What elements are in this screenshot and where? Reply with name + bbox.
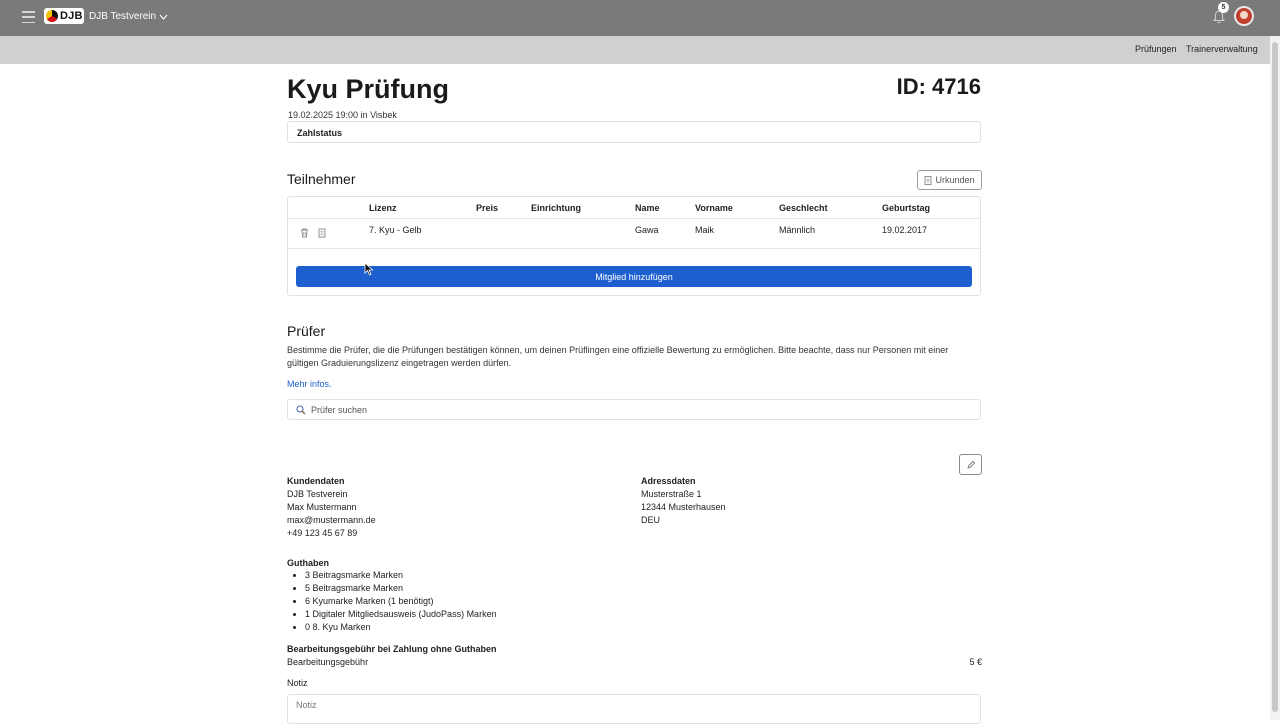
nav-pruefungen[interactable]: Prüfungen [1135,44,1177,54]
examiners-heading: Prüfer [287,323,326,339]
search-icon [296,404,306,414]
participants-heading: Teilnehmer [287,171,356,187]
avatar[interactable] [1234,6,1254,26]
cell-geschlecht: Männlich [779,225,816,235]
address-line: Musterstraße 1 [641,489,702,499]
fee-label: Bearbeitungsgebühr [287,657,369,667]
club-selector[interactable]: DJB Testverein [89,11,168,22]
djb-logo[interactable]: DJB [44,8,84,24]
examiners-description: Bestimme die Prüfer, die die Prüfungen b… [287,345,949,368]
fee-amount: 5 € [969,657,982,667]
document-icon [925,175,932,185]
column-header: Lizenz [369,203,397,213]
nav-trainerverwaltung[interactable]: Trainerverwaltung [1186,44,1258,54]
sub-navigation: Prüfungen Trainerverwaltung [0,36,1270,64]
exam-id: ID: 4716 [896,74,981,99]
payment-status-panel[interactable]: Zahlstatus [287,121,981,143]
address-heading: Adressdaten [641,476,696,486]
cell-vorname: Maik [695,225,715,235]
list-item: 5 Beitragsmarke Marken [305,582,497,595]
customer-line: +49 123 45 67 89 [287,528,358,538]
top-bar: DJB DJB Testverein 5 [0,0,1280,36]
cell-name: Gawa [635,225,659,235]
customer-line: max@mustermann.de [287,515,376,525]
list-item: 6 Kyumarke Marken (1 benötigt) [305,595,497,608]
address-data: Adressdaten Musterstraße 1 12344 Musterh… [641,475,726,527]
list-item: 1 Digitaler Mitgliedsausweis (JudoPass) … [305,608,497,621]
add-member-button[interactable]: Mitglied hinzufügen [296,266,972,287]
certificates-button[interactable]: Urkunden [917,170,982,190]
credit-list: 3 Beitragsmarke Marken 5 Beitragsmarke M… [287,569,497,634]
list-item: 3 Beitragsmarke Marken [305,569,497,582]
examiner-search[interactable] [287,399,981,420]
edit-button[interactable] [959,454,982,475]
divider [288,218,980,219]
column-header: Name [635,203,660,213]
credit-heading-text: Guthaben [287,558,329,568]
examiner-search-input[interactable] [309,403,913,416]
menu-icon[interactable] [22,11,35,23]
trash-icon[interactable] [300,228,309,238]
fee-heading: Bearbeitungsgebühr bei Zahlung ohne Guth… [287,643,497,656]
mouse-cursor-icon [364,262,374,276]
cell-lizenz: 7. Kyu - Gelb [369,225,422,235]
pencil-icon [966,460,975,469]
divider [288,248,980,249]
logo-text: DJB [60,10,83,22]
customer-line: DJB Testverein [287,489,348,499]
customer-data: Kundendaten DJB Testverein Max Musterman… [287,475,376,540]
payment-status-label: Zahlstatus [297,128,343,138]
note-label: Notiz [287,678,308,688]
column-header: Geburtstag [882,203,931,213]
scrollbar[interactable] [1270,36,1280,720]
cell-geburtstag: 19.02.2017 [882,225,928,235]
club-name: DJB Testverein [89,11,157,22]
fee-heading-text: Bearbeitungsgebühr bei Zahlung ohne Guth… [287,644,497,654]
exam-date-location: 19.02.2025 19:00 in Visbek [288,110,397,120]
logo-mark-icon [46,10,58,22]
participants-table: Lizenz Preis Einrichtung Name Vorname Ge… [287,196,981,296]
customer-line: Max Mustermann [287,502,357,512]
page-title: Kyu Prüfung [287,74,449,104]
address-line: DEU [641,515,661,525]
column-header: Preis [476,203,499,213]
notification-badge: 5 [1218,2,1229,13]
document-icon[interactable] [318,228,326,238]
certificates-label: Urkunden [935,175,975,185]
list-item: 0 8. Kyu Marken [305,621,497,634]
customer-heading: Kundendaten [287,476,345,486]
more-info-link[interactable]: Mehr infos. [287,379,332,389]
chevron-down-icon [159,14,168,20]
scrollbar-thumb[interactable] [1272,42,1278,712]
column-header: Vorname [695,203,733,213]
column-header: Einrichtung [531,203,581,213]
column-header: Geschlecht [779,203,828,213]
address-line: 12344 Musterhausen [641,502,726,512]
